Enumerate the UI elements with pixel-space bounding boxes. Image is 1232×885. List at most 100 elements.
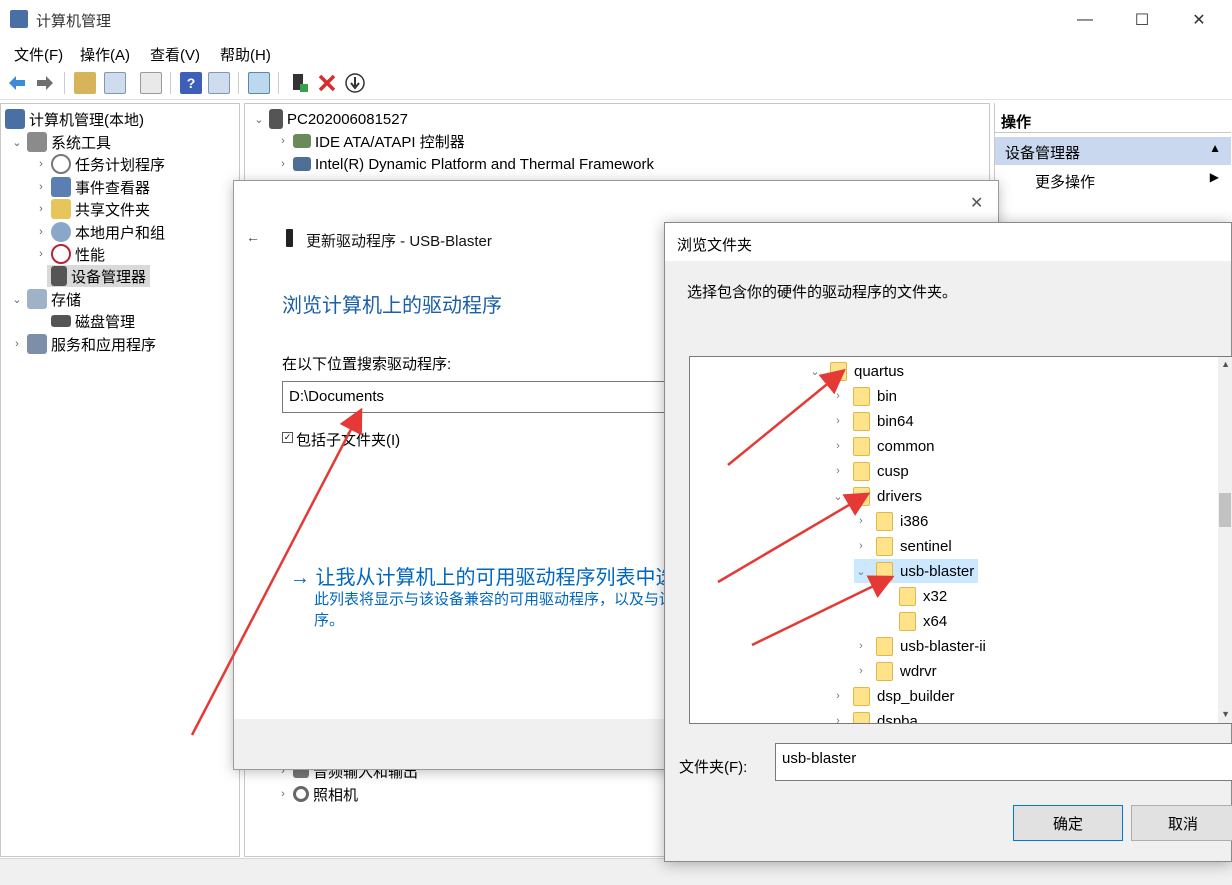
tree-shared-folders[interactable]: › 共享文件夹 (35, 198, 150, 220)
folder-item-usb-blaster[interactable]: ⌄ usb-blaster (854, 559, 979, 583)
tree-event-viewer[interactable]: › 事件查看器 (35, 176, 150, 198)
scroll-down-icon[interactable]: ▼ (1221, 709, 1230, 719)
tree-storage[interactable]: ⌄ 存储 (11, 288, 81, 310)
folder-name-input[interactable]: usb-blaster (775, 743, 1232, 781)
chevron-right-icon[interactable]: › (854, 640, 868, 652)
pick-from-list-link[interactable]: → 让我从计算机上的可用驱动程序列表中选 (290, 561, 676, 590)
chevron-right-icon[interactable]: › (831, 415, 845, 427)
scan-hardware-icon[interactable] (248, 72, 270, 94)
ok-button[interactable]: 确定 (1013, 805, 1123, 841)
folder-item-wdrvr[interactable]: › wdrvr (854, 659, 937, 683)
menu-file[interactable]: 文件(F) (14, 44, 63, 65)
chevron-down-icon[interactable]: ⌄ (11, 293, 23, 306)
back-icon[interactable] (6, 72, 28, 94)
folder-item-drivers[interactable]: ⌄ drivers (831, 484, 922, 508)
uninstall-icon[interactable] (316, 72, 338, 94)
tree-root[interactable]: 计算机管理(本地) (5, 108, 144, 130)
tree-system-tools[interactable]: ⌄ 系统工具 (11, 131, 111, 153)
back-arrow-icon[interactable]: ← (246, 229, 260, 245)
folder-item-x32[interactable]: x32 (877, 584, 947, 608)
properties-icon[interactable] (140, 72, 162, 94)
chevron-down-icon[interactable]: ⌄ (854, 565, 868, 578)
show-hide-tree-icon[interactable] (104, 72, 126, 94)
scrollbar[interactable] (1218, 357, 1232, 723)
chevron-right-icon[interactable]: › (277, 135, 289, 147)
chevron-down-icon[interactable]: ⌄ (831, 490, 845, 503)
include-subfolders-checkbox[interactable]: ✓ 包括子文件夹(I) (282, 429, 400, 450)
actions-section-device-manager[interactable]: 设备管理器 ▲ (995, 137, 1231, 165)
chevron-right-icon[interactable]: › (35, 248, 47, 260)
folder-item-bin64[interactable]: › bin64 (831, 409, 914, 433)
forward-icon[interactable] (34, 72, 56, 94)
tree-task-scheduler[interactable]: › 任务计划程序 (35, 153, 165, 175)
menu-action[interactable]: 操作(A) (80, 44, 130, 65)
chevron-right-icon[interactable]: › (277, 158, 289, 170)
update-driver-icon[interactable] (288, 72, 310, 94)
folder-item-sentinel[interactable]: › sentinel (854, 534, 952, 558)
chevron-right-icon[interactable]: › (831, 465, 845, 477)
folder-item-common[interactable]: › common (831, 434, 935, 458)
chevron-right-icon[interactable]: › (277, 788, 289, 800)
chevron-right-icon[interactable]: › (831, 690, 845, 702)
help-icon[interactable]: ? (180, 72, 202, 94)
close-dialog-button[interactable]: ✕ (970, 193, 983, 213)
folder-label: bin (877, 387, 898, 405)
users-icon (51, 222, 71, 242)
chevron-right-icon[interactable]: › (35, 181, 47, 193)
console-icon[interactable] (208, 72, 230, 94)
enable-device-icon[interactable] (344, 72, 366, 94)
folder-field-label: 文件夹(F): (679, 759, 748, 776)
chevron-right-icon[interactable]: › (854, 515, 868, 527)
tree-services[interactable]: › 服务和应用程序 (11, 333, 156, 355)
folder-item-dsp_builder[interactable]: › dsp_builder (831, 684, 955, 708)
checkbox-checked-icon[interactable]: ✓ (282, 432, 293, 443)
collapse-icon[interactable]: ▲ (1209, 141, 1221, 155)
tree-device-manager[interactable]: 设备管理器 (47, 265, 151, 287)
scroll-up-icon[interactable]: ▲ (1221, 359, 1230, 369)
menu-view[interactable]: 查看(V) (150, 44, 200, 65)
update-dialog-heading: 浏览计算机上的驱动程序 (282, 295, 502, 317)
folder-item-dspba[interactable]: › dspba (831, 709, 918, 723)
folder-icon (899, 611, 916, 631)
folder-item-quartus[interactable]: ⌄ quartus (808, 359, 904, 383)
folder-label: x32 (923, 587, 948, 605)
cancel-button[interactable]: 取消 (1131, 805, 1232, 841)
device-camera[interactable]: › 照相机 (277, 783, 358, 805)
menu-help[interactable]: 帮助(H) (220, 44, 271, 65)
folder-item-usb-blaster-ii[interactable]: › usb-blaster-ii (854, 634, 986, 658)
chevron-right-icon[interactable]: › (831, 390, 845, 402)
chevron-down-icon[interactable]: ⌄ (253, 113, 265, 126)
chevron-right-icon[interactable]: › (35, 226, 47, 238)
chevron-right-icon[interactable]: › (854, 540, 868, 552)
folder-item-i386[interactable]: › i386 (854, 509, 928, 533)
chevron-right-icon[interactable]: › (831, 440, 845, 452)
folder-label: drivers (877, 487, 923, 505)
scrollbar-thumb[interactable] (1219, 493, 1231, 527)
folder-item-cusp[interactable]: › cusp (831, 459, 909, 483)
chevron-right-icon[interactable]: › (35, 158, 47, 170)
folder-item-bin[interactable]: › bin (831, 384, 897, 408)
tree-performance[interactable]: › 性能 (35, 243, 105, 265)
chevron-right-icon[interactable]: › (11, 338, 23, 350)
chevron-right-icon[interactable]: › (854, 665, 868, 677)
folder-label: bin64 (877, 412, 914, 430)
folder-item-x64[interactable]: x64 (877, 609, 947, 633)
chevron-right-icon[interactable]: › (35, 203, 47, 215)
search-location-label: 在以下位置搜索驱动程序: (282, 356, 452, 373)
chevron-down-icon[interactable]: ⌄ (11, 136, 23, 149)
maximize-button[interactable]: ☐ (1113, 0, 1171, 40)
device-ide-controller[interactable]: › IDE ATA/ATAPI 控制器 (277, 130, 465, 152)
driver-path-input[interactable]: D:\Documents (282, 381, 702, 413)
chevron-down-icon[interactable]: ⌄ (808, 365, 822, 378)
tree-local-users[interactable]: › 本地用户和组 (35, 221, 165, 243)
tree-disk-management[interactable]: 磁盘管理 (47, 310, 135, 332)
more-actions-item[interactable]: 更多操作 ▶ (995, 167, 1231, 193)
close-window-button[interactable]: ✕ (1170, 0, 1228, 40)
chevron-right-icon[interactable]: › (831, 715, 845, 723)
device-computer[interactable]: ⌄ PC202006081527 (253, 108, 408, 130)
folder-label: x64 (923, 612, 948, 630)
device-intel-dptf[interactable]: › Intel(R) Dynamic Platform and Thermal F… (277, 153, 654, 175)
minimize-button[interactable]: — (1056, 0, 1114, 40)
up-folder-icon[interactable] (74, 72, 96, 94)
folder-tree[interactable]: ▲ ▼ ⌄ quartus › bin › bin64 › common › cusp ⌄ drive… (689, 356, 1232, 724)
